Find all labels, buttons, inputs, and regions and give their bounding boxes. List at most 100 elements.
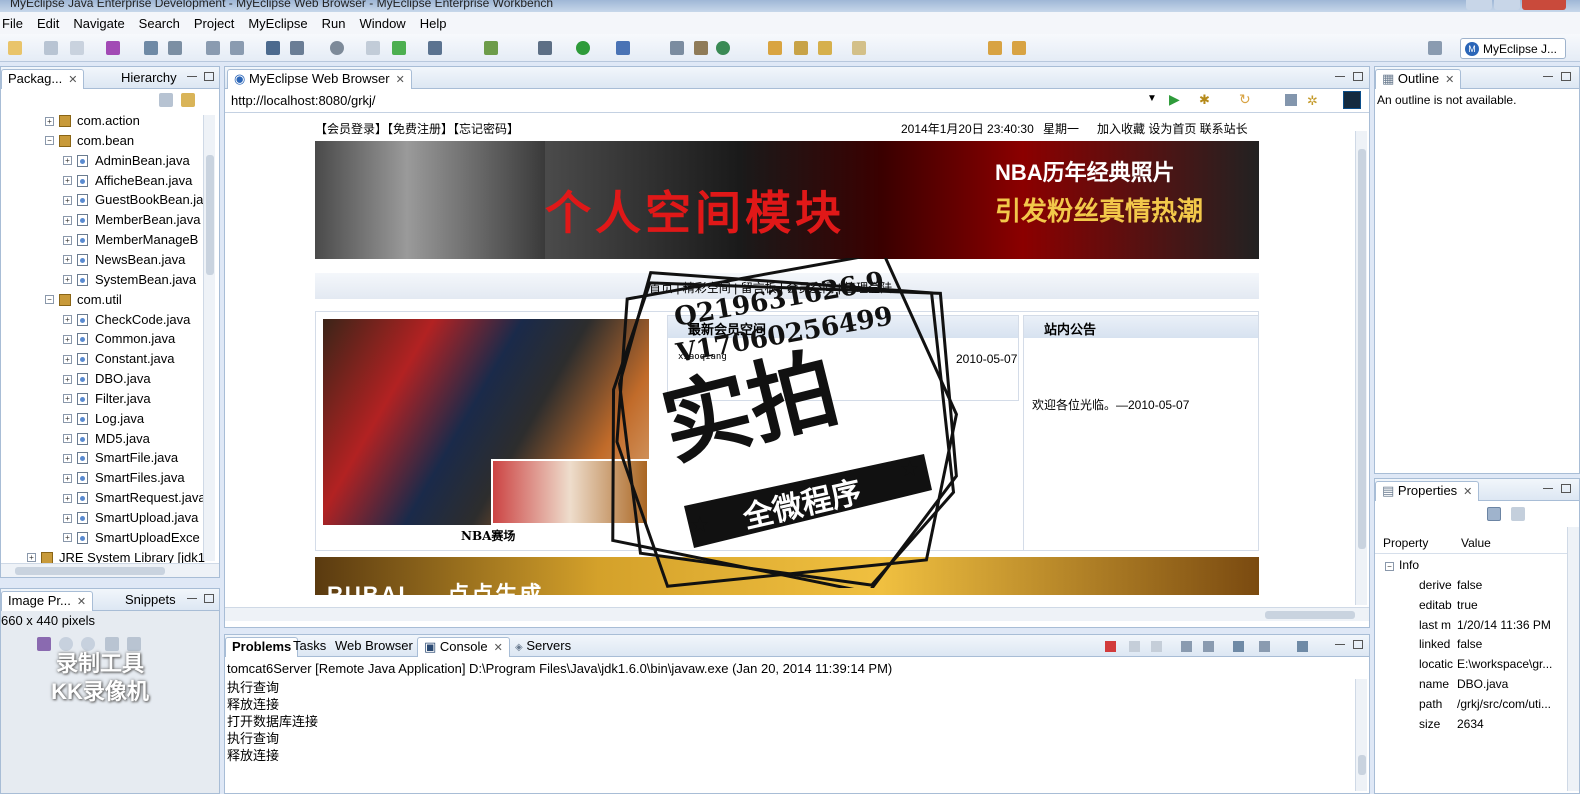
minimize-view-icon[interactable] [1543,76,1553,78]
property-key[interactable]: path [1419,694,1442,714]
tab-properties[interactable]: ▤ Properties ✕ [1375,481,1480,501]
go-icon[interactable]: ▶ [1169,91,1180,108]
scroll-thumb[interactable] [1358,149,1366,549]
run-icon[interactable] [576,41,590,55]
tree-file-item[interactable]: + MemberManageB [63,230,198,250]
member-links[interactable]: 【会员登录】【免费注册】【忘记密码】 [315,120,519,137]
menu-search[interactable]: Search [131,16,186,31]
clear-console-icon[interactable] [1203,641,1214,652]
tab-snippets[interactable]: Snippets [119,591,182,611]
tree-file-item[interactable]: + DBO.java [63,369,151,389]
deploy-icon[interactable] [168,41,182,55]
expand-icon[interactable]: + [63,533,72,543]
expand-icon[interactable]: + [45,116,54,126]
outline-icon[interactable] [670,41,684,55]
zoom-out-icon[interactable] [59,637,73,651]
tree-file-item[interactable]: + SmartUpload.java [63,508,198,528]
close-button[interactable] [1522,0,1566,10]
site-top-right-links[interactable]: 加入收藏 设为首页 联系站长 [1097,120,1248,137]
filter-icon[interactable] [1511,507,1525,521]
tab-console[interactable]: ▣ Console ✕ [417,637,510,657]
expand-icon[interactable]: + [63,334,72,344]
tree-file-item[interactable]: + CheckCode.java [63,310,190,330]
url-input[interactable]: http://localhost:8080/grkj/ [231,93,376,108]
menu-myeclipse[interactable]: MyEclipse [240,16,313,31]
property-key[interactable]: linked [1419,634,1450,654]
expand-icon[interactable]: + [63,414,72,424]
remove-all-icon[interactable] [1151,641,1162,652]
refresh-icon[interactable] [716,41,730,55]
tree-file-item[interactable]: + SmartUploadExce [63,528,200,548]
package-icon[interactable] [106,41,120,55]
close-icon[interactable]: ✕ [396,74,405,86]
view-source-icon[interactable] [1285,94,1297,106]
close-icon[interactable]: ✕ [1463,486,1472,498]
expand-icon[interactable]: + [63,255,72,265]
debug-icon[interactable] [538,41,552,55]
open-type-icon[interactable] [428,41,442,55]
run-java-icon[interactable] [392,41,406,55]
expand-icon[interactable]: + [63,394,72,404]
tree-file-item[interactable]: + NewsBean.java [63,250,185,270]
expand-icon[interactable]: + [63,156,72,166]
property-group-info[interactable]: − Info [1385,555,1419,575]
property-key[interactable]: locatic [1419,654,1453,674]
tree-package-item[interactable]: − com.bean [45,131,134,151]
tree-file-item[interactable]: + Log.java [63,409,144,429]
tab-servers[interactable]: ◈ Servers [509,637,577,657]
expand-icon[interactable]: + [63,176,72,186]
expand-icon[interactable]: + [63,434,72,444]
close-icon[interactable]: ✕ [494,642,503,654]
horizontal-scrollbar[interactable] [1,563,219,577]
display-console-icon[interactable] [1259,641,1270,652]
folder-icon[interactable] [768,41,782,55]
tree-file-item[interactable]: + SmartRequest.java [63,488,206,508]
expand-icon[interactable]: + [63,215,72,225]
properties-scrollbar[interactable] [1567,527,1579,791]
menu-file[interactable]: File [0,16,29,31]
perspective-switcher[interactable]: M MyEclipse J... [1460,38,1566,59]
console-output[interactable]: 执行查询 释放连接 打开数据库连接 执行查询 释放连接 [227,679,318,764]
property-value[interactable]: false [1457,634,1482,654]
expand-icon[interactable]: + [63,195,72,205]
url-dropdown-icon[interactable]: ▼ [1147,93,1157,104]
nba-photo[interactable] [323,319,649,525]
tab-web-browser-view[interactable]: Web Browser [329,637,419,657]
close-icon[interactable]: ✕ [77,596,86,608]
menu-run[interactable]: Run [314,16,352,31]
property-value[interactable]: 2634 [1457,714,1484,734]
forward-icon[interactable] [1012,41,1026,55]
expand-icon[interactable]: + [63,354,72,364]
expand-icon[interactable]: + [63,473,72,483]
property-value[interactable]: E:\workspace\gr... [1457,654,1552,674]
server-icon[interactable] [206,41,220,55]
save-icon[interactable] [44,41,58,55]
property-value[interactable]: DBO.java [1457,674,1508,694]
tree-file-item[interactable]: + SmartFiles.java [63,468,185,488]
minimize-view-icon[interactable] [187,598,197,600]
web-page-scrollbar[interactable] [1355,131,1367,605]
menu-edit[interactable]: Edit [29,16,65,31]
column-header-value[interactable]: Value [1461,533,1491,553]
console-scrollbar[interactable] [1355,679,1367,791]
tree-file-item[interactable]: + Constant.java [63,349,175,369]
annotation-icon[interactable] [794,41,808,55]
package-explorer-scrollbar[interactable] [203,115,215,561]
tree-file-item[interactable]: + GuestBookBean.ja [63,190,203,210]
tree-package-item[interactable]: − com.util [45,290,122,310]
tab-hierarchy[interactable]: Hierarchy [115,69,183,89]
tree-file-item[interactable]: + SmartFile.java [63,448,178,468]
hierarchy-icon[interactable] [694,41,708,55]
back-icon[interactable] [988,41,1002,55]
tree-file-item[interactable]: + MD5.java [63,429,150,449]
maximize-view-icon[interactable] [204,72,214,81]
new-project-icon[interactable] [266,41,280,55]
maximize-view-icon[interactable] [1353,72,1363,81]
open-file-icon[interactable] [290,41,304,55]
server-stop-icon[interactable] [230,41,244,55]
horizontal-scroll-thumb[interactable] [15,567,165,575]
link-editor-icon[interactable] [181,93,195,107]
zoom-fit-icon[interactable] [37,637,51,651]
expand-icon[interactable]: + [63,374,72,384]
categories-icon[interactable] [1487,507,1501,521]
